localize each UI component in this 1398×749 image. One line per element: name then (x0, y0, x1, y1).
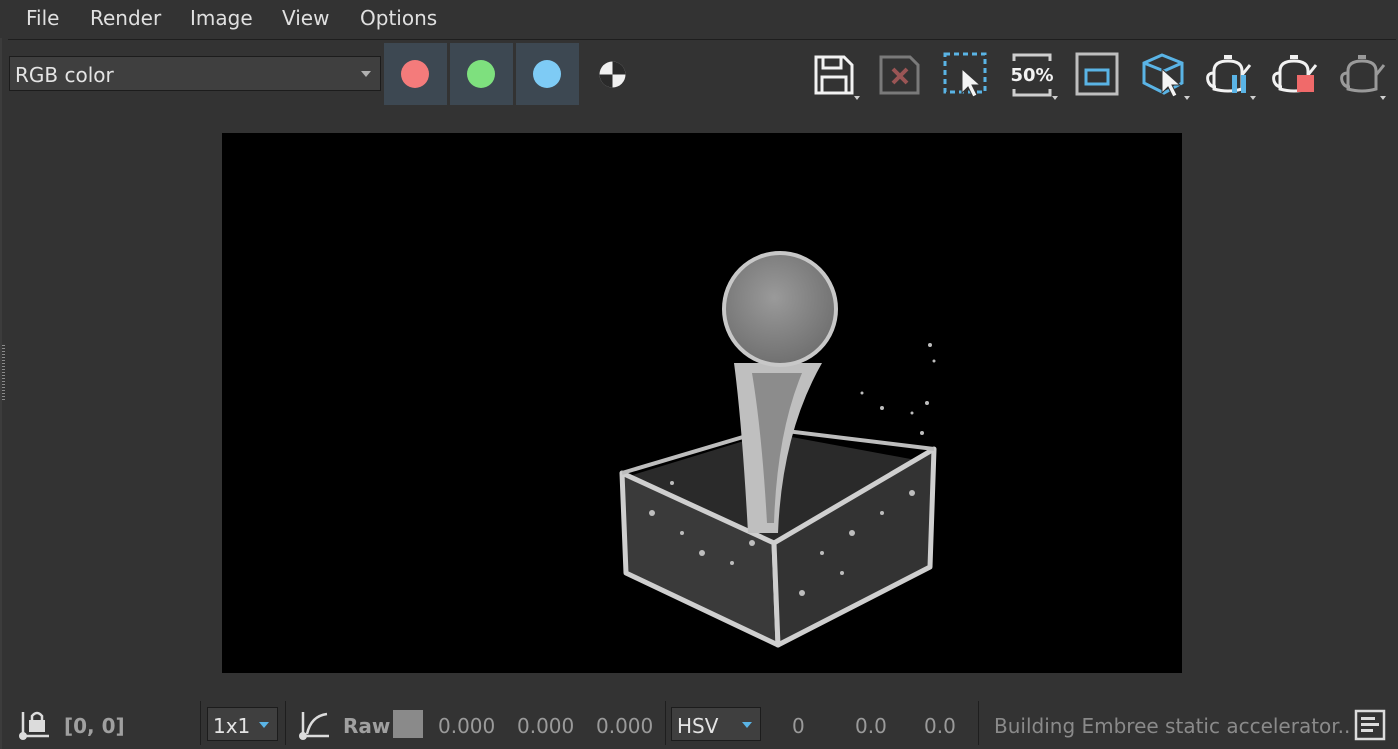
status-divider (285, 701, 286, 745)
render-pause-icon (1206, 55, 1256, 100)
render-stop-icon (1272, 55, 1318, 93)
menu-file[interactable]: File (26, 6, 59, 30)
rgb-value-g: 0.000 (517, 714, 575, 738)
menu-render[interactable]: Render (90, 6, 161, 30)
hsv-value-h: 0 (792, 714, 805, 738)
region-select-icon (943, 52, 987, 98)
blue-dot-icon (533, 60, 561, 88)
color-swatch (393, 710, 423, 738)
frame-button[interactable] (1072, 49, 1124, 101)
pixel-coordinates: [0, 0] (64, 714, 125, 738)
menu-view[interactable]: View (282, 6, 329, 30)
save-button[interactable] (808, 49, 860, 101)
menu-bar: File Render Image View Options (0, 0, 1398, 38)
color-space-value: HSV (677, 714, 719, 738)
object-pick-icon (1142, 53, 1190, 100)
zoom-label: 50% (1010, 65, 1053, 86)
status-divider (978, 701, 979, 745)
menu-divider (8, 39, 1396, 40)
chevron-down-icon (259, 722, 269, 728)
render-button[interactable] (1336, 49, 1388, 101)
hsv-value-v: 0.0 (924, 714, 956, 738)
menu-options[interactable]: Options (360, 6, 437, 30)
rendered-image (619, 251, 937, 648)
chevron-down-icon (742, 722, 752, 728)
red-dot-icon (401, 60, 429, 88)
channel-display-select[interactable]: RGB color (9, 56, 381, 91)
frame-icon (1075, 52, 1119, 96)
panel-resize-grip[interactable] (2, 345, 5, 400)
lock-pixel-icon[interactable] (17, 708, 51, 742)
render-icon (1340, 55, 1386, 100)
object-pick-button[interactable] (1138, 49, 1190, 101)
status-divider (200, 701, 201, 745)
render-viewport[interactable] (222, 133, 1182, 673)
chevron-down-icon (361, 71, 371, 77)
green-channel-button[interactable] (450, 43, 513, 105)
alpha-channel-button[interactable] (598, 60, 627, 89)
zoom-50-button[interactable]: 50% (1006, 49, 1058, 101)
menu-image[interactable]: Image (190, 6, 253, 30)
render-log-icon[interactable] (1354, 709, 1386, 741)
rgb-value-r: 0.000 (438, 714, 496, 738)
raw-label: Raw (343, 714, 391, 738)
blue-channel-button[interactable] (516, 43, 579, 105)
hsv-value-s: 0.0 (855, 714, 887, 738)
render-pause-button[interactable] (1204, 49, 1256, 101)
green-dot-icon (467, 60, 495, 88)
status-divider (665, 701, 666, 745)
sampling-value: 1x1 (213, 714, 251, 738)
sampling-select[interactable]: 1x1 (207, 707, 278, 741)
clear-button[interactable] (874, 49, 926, 101)
clear-icon (879, 55, 920, 95)
zoom-50-icon: 50% (1010, 53, 1058, 100)
save-icon (814, 55, 860, 100)
status-message: Building Embree static accelerator.. (994, 714, 1351, 738)
channel-display-value: RGB color (15, 63, 114, 87)
rgb-value-b: 0.000 (596, 714, 654, 738)
alpha-checker-icon (599, 61, 626, 88)
curve-icon[interactable] (297, 708, 331, 742)
render-stop-button[interactable] (1270, 49, 1322, 101)
red-channel-button[interactable] (384, 43, 447, 105)
region-select-button[interactable] (940, 49, 992, 101)
color-space-select[interactable]: HSV (671, 707, 761, 741)
